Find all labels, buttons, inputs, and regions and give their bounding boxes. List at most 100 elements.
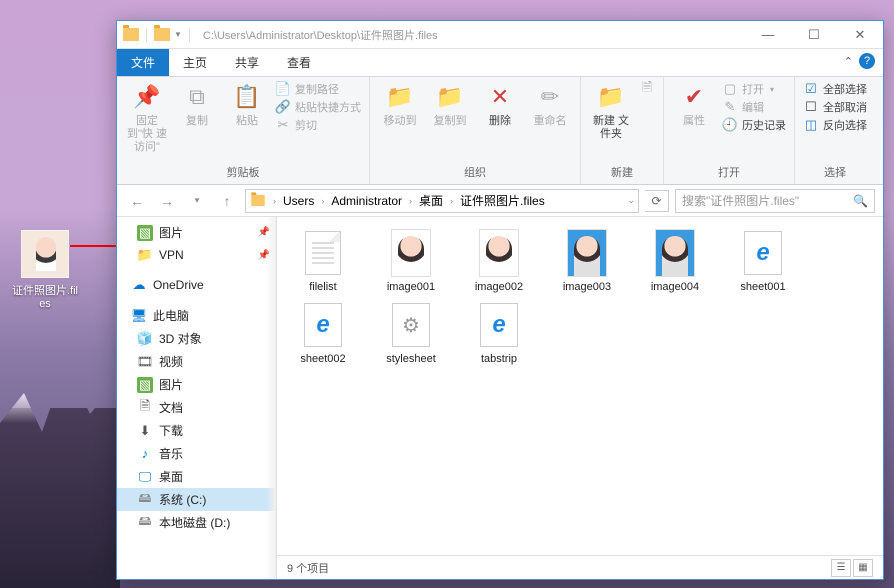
pictures-icon: ▧ [137,377,153,393]
edit-button[interactable]: ✎编辑 [722,99,786,115]
breadcrumb[interactable]: › Users › Administrator › 桌面 › 证件照图片.fil… [245,189,639,213]
chevron-right-icon[interactable]: › [318,196,327,206]
tab-view[interactable]: 查看 [273,49,325,76]
forward-button[interactable]: → [155,189,179,213]
file-thumb: e [475,301,523,349]
address-dropdown-icon[interactable]: ⌄ [624,195,638,206]
sidebar-item-system-c[interactable]: 🖴系统 (C:) [117,488,276,511]
cut-icon: ✂ [275,117,291,133]
select-all-button[interactable]: ☑全部选择 [803,81,867,97]
file-item[interactable]: image004 [641,229,709,293]
sidebar-item-documents[interactable]: 🗎文档 [117,396,276,419]
up-button[interactable]: ↑ [215,189,239,213]
properties-button[interactable]: ✔属性 [672,81,716,128]
help-icon[interactable]: ? [859,53,875,69]
invert-selection-button[interactable]: ◫反向选择 [803,117,867,133]
copy-button[interactable]: ⧉复制 [175,81,219,128]
sidebar-item-vpn[interactable]: 📁VPN📌 [117,244,276,266]
three-d-icon: 🧊 [137,331,153,347]
tab-home[interactable]: 主页 [169,49,221,76]
crumb-folder[interactable]: 证件照图片.files [456,192,549,209]
sidebar-item-videos[interactable]: 🎞视频 [117,350,276,373]
tab-file[interactable]: 文件 [117,49,169,76]
file-label: filelist [309,281,337,293]
title-bar[interactable]: ▼ C:\Users\Administrator\Desktop\证件照图片.f… [117,21,883,49]
folder-icon [154,28,170,41]
maximize-button[interactable]: ☐ [791,21,837,49]
file-item[interactable]: filelist [289,229,357,293]
open-button[interactable]: ▢打开▾ [722,81,786,97]
refresh-button[interactable]: ⟳ [645,190,669,212]
file-item[interactable]: ⚙ stylesheet [377,301,445,365]
group-label-new: 新建 [589,164,655,182]
file-label: sheet002 [300,353,345,365]
minimize-button[interactable]: — [745,21,791,49]
file-thumb: e [739,229,787,277]
chevron-right-icon[interactable]: › [406,196,415,206]
search-input[interactable]: 搜索"证件照图片.files" 🔍 [675,189,875,213]
sidebar-item-pictures[interactable]: ▧图片📌 [117,221,276,244]
drive-icon: 🖴 [137,492,153,508]
pictures-icon: ▧ [137,225,153,241]
file-thumb: ⚙ [387,301,435,349]
sidebar-item-local-d[interactable]: 🖴本地磁盘 (D:) [117,511,276,534]
sidebar-item-this-pc[interactable]: 🖥此电脑 [117,304,276,327]
crumb-desktop[interactable]: 桌面 [415,192,447,209]
new-folder-icon: 📁 [595,81,627,113]
open-icon: ▢ [722,81,738,97]
pin-quickaccess-button[interactable]: 📌固定到"快 速访问" [125,81,169,155]
new-folder-button[interactable]: 📁新建 文件夹 [589,81,633,141]
paste-shortcut-button[interactable]: 🔗粘贴快捷方式 [275,99,361,115]
file-item[interactable]: e tabstrip [465,301,533,365]
delete-button[interactable]: ✕删除 [478,81,522,128]
collapse-ribbon-icon[interactable]: ⌃ [844,55,853,68]
file-thumb [475,229,523,277]
file-item[interactable]: image003 [553,229,621,293]
content-pane: filelist image001 image002 image003 image004… [277,217,883,579]
pc-icon: 🖥 [131,308,147,324]
back-button[interactable]: ← [125,189,149,213]
desktop-folder-icon[interactable]: 证件照图片.fil es [10,230,80,310]
icons-view-button[interactable]: ▦ [853,559,873,577]
close-button[interactable]: ✕ [837,21,883,49]
file-thumb: e [299,301,347,349]
file-item[interactable]: e sheet002 [289,301,357,365]
ribbon-group-new: 📁新建 文件夹 🗎 新建 [581,77,664,184]
tab-share[interactable]: 共享 [221,49,273,76]
file-label: stylesheet [386,353,436,365]
group-label-clipboard: 剪贴板 [125,164,361,182]
copy-to-button[interactable]: 📁复制到 [428,81,472,128]
sidebar-item-desktop[interactable]: 🖵桌面 [117,465,276,488]
files-grid[interactable]: filelist image001 image002 image003 image004… [277,217,883,555]
file-item[interactable]: image002 [465,229,533,293]
history-button[interactable]: 🕘历史记录 [722,117,786,133]
cut-button[interactable]: ✂剪切 [275,117,361,133]
shortcut-icon: 🔗 [275,99,291,115]
qat-dropdown-icon[interactable]: ▼ [174,30,182,39]
recent-locations-button[interactable]: ▾ [185,189,209,213]
pin-icon: 📌 [131,81,163,113]
sidebar-item-downloads[interactable]: ⬇下载 [117,419,276,442]
select-none-button[interactable]: ☐全部取消 [803,99,867,115]
paste-button[interactable]: 📋粘贴 [225,81,269,128]
sidebar-item-3d[interactable]: 🧊3D 对象 [117,327,276,350]
file-item[interactable]: esheet001 [729,229,797,293]
drive-icon: 🖴 [137,515,153,531]
move-to-button[interactable]: 📁移动到 [378,81,422,128]
sidebar-item-music[interactable]: ♪音乐 [117,442,276,465]
rename-button[interactable]: ✏重命名 [528,81,572,128]
sidebar-item-onedrive[interactable]: ☁OneDrive [117,274,276,296]
file-item[interactable]: image001 [377,229,445,293]
chevron-right-icon[interactable]: › [270,196,279,206]
details-view-button[interactable]: ☰ [831,559,851,577]
file-label: tabstrip [481,353,517,365]
pin-icon: 📌 [258,250,270,261]
copy-path-button[interactable]: 📄复制路径 [275,81,361,97]
new-item-button[interactable]: 🗎 [639,81,655,97]
crumb-users[interactable]: Users [279,194,318,208]
desktop-icon: 🖵 [137,469,153,485]
sidebar-item-pictures2[interactable]: ▧图片 [117,373,276,396]
chevron-right-icon[interactable]: › [447,196,456,206]
crumb-admin[interactable]: Administrator [327,194,406,208]
file-label: image001 [387,281,435,293]
